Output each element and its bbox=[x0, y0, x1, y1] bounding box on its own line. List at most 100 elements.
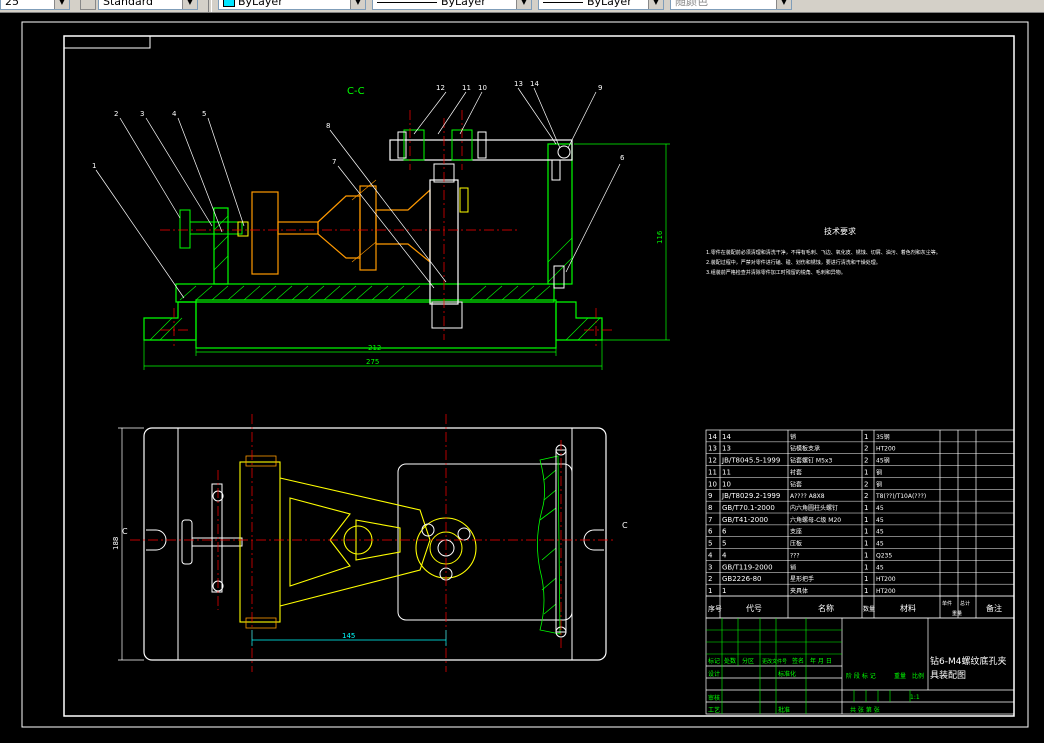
textstyle-select[interactable]: Standard ▼ bbox=[98, 0, 198, 10]
drawing-title-1: 钻6-M4螺纹底孔夹 bbox=[930, 655, 1006, 667]
table-cell-no: 10 bbox=[708, 480, 717, 488]
table-cell-name: 六角螺母-C级 M20 bbox=[790, 516, 841, 524]
tb-zone: 分区 bbox=[742, 657, 754, 665]
header-qty: 数量 bbox=[863, 605, 875, 613]
table-cell-name: 内六角圆柱头螺钉 bbox=[790, 504, 838, 512]
parts-rows: 14 14 销 1 35钢13 13 钻模板支承 2 HT20012 JB/T8045.5-199… bbox=[706, 433, 1014, 597]
dim-188: 188 bbox=[112, 537, 120, 550]
table-cell-code: 1 bbox=[722, 587, 726, 595]
table-cell-material: T8(??)/T10A(???) bbox=[875, 493, 926, 500]
header-code: 代号 bbox=[746, 603, 762, 613]
section-mark-right: C bbox=[622, 521, 628, 530]
header-single: 单件 bbox=[942, 600, 952, 607]
callout-14: 14 bbox=[530, 80, 539, 88]
table-cell-no: 1 bbox=[708, 587, 712, 595]
table-cell-qty: 2 bbox=[864, 480, 868, 488]
table-cell-material: 45 bbox=[876, 505, 884, 512]
callout-2: 2 bbox=[114, 110, 118, 118]
drill-hint bbox=[459, 187, 469, 213]
color-swatch bbox=[223, 0, 235, 7]
table-cell-material: HT200 bbox=[876, 588, 896, 595]
base-plate-outline bbox=[143, 427, 607, 661]
table-cell-material: HT200 bbox=[876, 576, 896, 583]
right-pin bbox=[553, 265, 565, 289]
table-cell-no: 4 bbox=[708, 551, 713, 559]
textstyle-icon[interactable] bbox=[80, 0, 96, 10]
table-cell-qty: 1 bbox=[864, 504, 868, 512]
linetype-sample bbox=[377, 1, 437, 3]
section-mark-left: C bbox=[122, 527, 128, 536]
table-cell-code: GB/T119-2000 bbox=[722, 563, 773, 571]
table-cell-code: 14 bbox=[722, 433, 731, 441]
tb-count: 处数 bbox=[724, 657, 736, 665]
chevron-down-icon[interactable]: ▼ bbox=[182, 0, 197, 9]
plotstyle-select[interactable]: 随颜色 ▼ bbox=[670, 0, 792, 10]
table-cell-material: 45钢 bbox=[876, 457, 890, 465]
dimstyle-value: 25 bbox=[5, 0, 19, 8]
table-cell-code: JB/T8045.5-1999 bbox=[721, 457, 780, 465]
tb-scale-value: 1:1 bbox=[910, 694, 920, 701]
header-weight: 重量 bbox=[952, 610, 962, 617]
table-cell-name: 销 bbox=[790, 433, 796, 441]
table-cell-code: 5 bbox=[722, 540, 726, 548]
table-cell-no: 7 bbox=[708, 516, 712, 524]
table-cell-code: GB2226-80 bbox=[722, 575, 761, 583]
table-cell-qty: 1 bbox=[864, 516, 868, 524]
drill-plate-plan bbox=[397, 463, 573, 621]
nut bbox=[431, 301, 463, 329]
tb-mark: 标记 bbox=[708, 657, 720, 665]
tb-review: 审核 bbox=[708, 694, 720, 702]
table-cell-code: 4 bbox=[722, 551, 727, 559]
chevron-down-icon[interactable]: ▼ bbox=[648, 0, 663, 9]
table-cell-no: 8 bbox=[708, 504, 712, 512]
callout-1: 1 bbox=[92, 162, 96, 170]
table-cell-qty: 1 bbox=[864, 540, 868, 548]
chevron-down-icon[interactable]: ▼ bbox=[516, 0, 531, 9]
tech-requirements: 技术要求 1.零件在装配前必须清理和清洗干净，不得有毛刺、飞边、氧化皮、锈蚀、切… bbox=[706, 226, 941, 276]
color-select[interactable]: ByLayer ▼ bbox=[218, 0, 366, 10]
chevron-down-icon[interactable]: ▼ bbox=[54, 0, 69, 9]
tech-line-3: 3.组装前严格检查并清除零件加工时残留的锐角、毛刺和异物。 bbox=[706, 269, 846, 276]
leader-lines bbox=[95, 87, 621, 299]
workpiece-plan bbox=[239, 461, 431, 623]
table-cell-code: GB/T41-2000 bbox=[722, 516, 768, 524]
tech-title: 技术要求 bbox=[824, 226, 856, 236]
dimstyle-select[interactable]: 25 ▼ bbox=[0, 0, 70, 10]
dim-212: 212 bbox=[368, 344, 381, 352]
table-cell-code: 10 bbox=[722, 480, 731, 488]
table-cell-qty: 2 bbox=[864, 457, 868, 465]
right-support-plan bbox=[537, 455, 561, 635]
linetype-value: ByLayer bbox=[441, 0, 486, 8]
table-cell-qty: 2 bbox=[864, 445, 868, 453]
table-cell-qty: 1 bbox=[864, 468, 868, 476]
header-remark: 备注 bbox=[986, 603, 1002, 613]
callout-12: 12 bbox=[436, 84, 445, 92]
callout-13: 13 bbox=[514, 80, 523, 88]
callout-4: 4 bbox=[172, 110, 177, 118]
table-cell-no: 12 bbox=[708, 457, 717, 465]
dimension-lines bbox=[143, 143, 670, 370]
linetype-select[interactable]: ByLayer ▼ bbox=[372, 0, 532, 10]
tb-approve: 批准 bbox=[778, 706, 790, 714]
table-cell-name: 钻套 bbox=[790, 480, 802, 488]
parts-header: 序号 代号 名称 数量 材料 单件 总计 重量 备注 bbox=[706, 595, 1014, 617]
lineweight-select[interactable]: ByLayer ▼ bbox=[538, 0, 664, 10]
tech-line-2: 2.装配过程中，严禁对零件进行磕、碰、划伤和锈蚀，要进行清洗和干燥处理。 bbox=[706, 259, 881, 266]
table-cell-material: 45 bbox=[876, 529, 884, 536]
properties-toolbar: 25 ▼ Standard ▼ ByLayer ▼ ByLayer ▼ ByLa… bbox=[0, 0, 1044, 13]
textstyle-value: Standard bbox=[103, 0, 154, 8]
drawing-svg: C-C 212 275 116 1 2 3 4 5 6 7 8 9 10 11 … bbox=[21, 21, 1029, 728]
table-cell-code: GB/T70.1-2000 bbox=[722, 504, 775, 512]
table-cell-no: 3 bbox=[708, 563, 712, 571]
chevron-down-icon[interactable]: ▼ bbox=[776, 0, 791, 9]
callout-7: 7 bbox=[332, 158, 336, 166]
table-cell-qty: 1 bbox=[864, 528, 868, 536]
header-total: 总计 bbox=[960, 600, 970, 607]
drawing-canvas[interactable]: C-C 212 275 116 1 2 3 4 5 6 7 8 9 10 11 … bbox=[0, 13, 1044, 739]
chevron-down-icon[interactable]: ▼ bbox=[350, 0, 365, 9]
table-cell-material: 钢 bbox=[876, 468, 882, 476]
callout-10: 10 bbox=[478, 84, 487, 92]
table-cell-name: A???? A8X8 bbox=[790, 493, 825, 500]
table-cell-qty: 1 bbox=[864, 433, 868, 441]
tech-line-1: 1.零件在装配前必须清理和清洗干净，不得有毛刺、飞边、氧化皮、锈蚀、切屑、油污、… bbox=[706, 249, 941, 256]
